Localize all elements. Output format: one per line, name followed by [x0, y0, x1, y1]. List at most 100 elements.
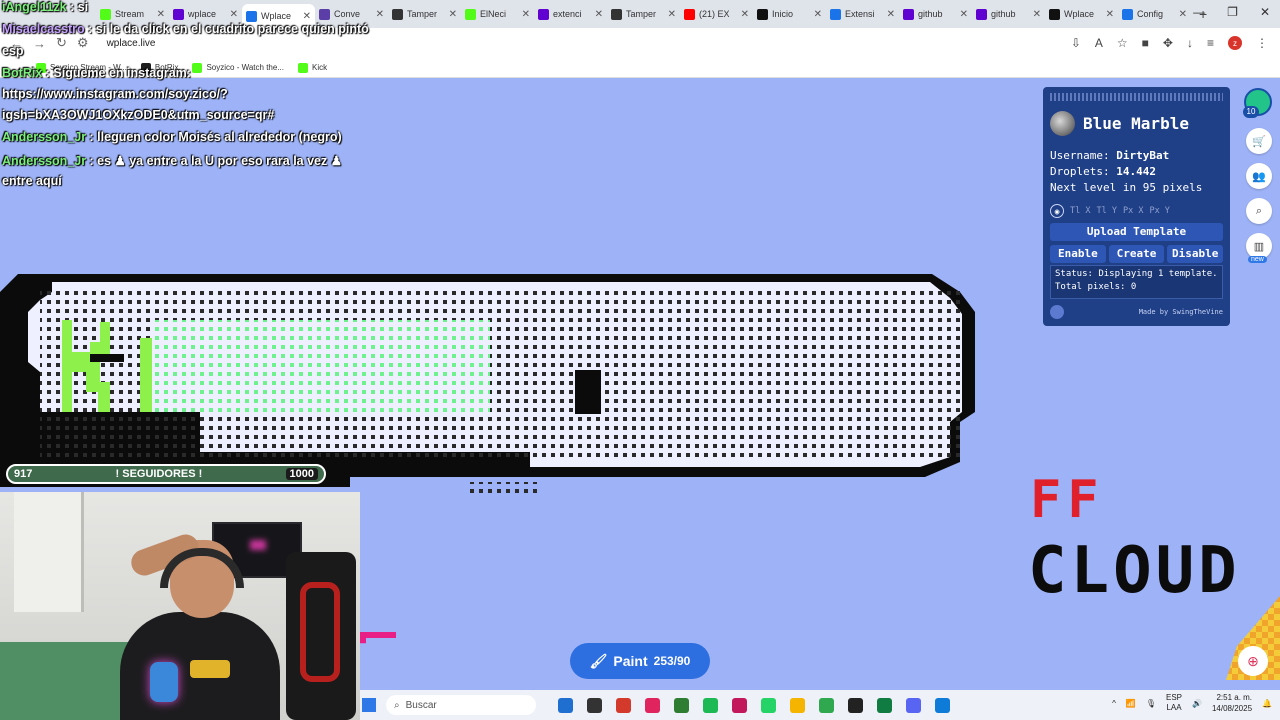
store-cart-icon[interactable]: 🛒: [1246, 128, 1272, 154]
tab-close-icon[interactable]: ✕: [960, 9, 968, 20]
translate-icon[interactable]: A: [1095, 36, 1103, 50]
locate-me-icon[interactable]: ⊕: [1238, 646, 1268, 676]
language-indicator[interactable]: ESP LAA: [1166, 693, 1182, 713]
status-textarea[interactable]: Status: Displaying 1 template. Total pix…: [1050, 265, 1223, 299]
site-info-icon[interactable]: ⚙: [77, 35, 89, 51]
menu-icon[interactable]: ⋮: [1256, 36, 1268, 50]
forward-icon[interactable]: →: [33, 36, 46, 51]
tab-close-icon[interactable]: ✕: [449, 9, 457, 20]
tab-close-icon[interactable]: ✕: [595, 9, 603, 20]
username-row: Username: DirtyBat: [1050, 149, 1170, 162]
browser-tab[interactable]: Wplace ✕: [1045, 3, 1118, 25]
search-location-icon[interactable]: ⌕: [1246, 198, 1272, 224]
taskbar-clock[interactable]: 2:51 a. m. 14/08/2025: [1212, 692, 1252, 714]
canvas-cloud-text: CLOUD: [1028, 534, 1241, 608]
tab-close-icon[interactable]: ✕: [230, 9, 238, 20]
github-icon[interactable]: [1050, 305, 1064, 319]
browser-tab[interactable]: Tamper ✕: [607, 3, 680, 25]
reading-list-icon[interactable]: ≡: [1207, 36, 1214, 50]
pin-icon[interactable]: ◉: [1050, 204, 1064, 218]
maximize-button[interactable]: ❐: [1227, 5, 1238, 19]
network-icon[interactable]: 📶: [1126, 699, 1136, 708]
tab-close-icon[interactable]: ✕: [741, 9, 749, 20]
taskbar-app-icon[interactable]: [877, 697, 892, 713]
tile-x-input[interactable]: Tl X: [1070, 206, 1090, 216]
tab-close-icon[interactable]: ✕: [1033, 9, 1041, 20]
paint-button[interactable]: 🖌 Paint 253/90: [570, 643, 710, 679]
tab-close-icon[interactable]: ✕: [522, 9, 530, 20]
taskbar-app-icon[interactable]: [558, 697, 573, 713]
chat-text: igsh=bXA3OWJ1OXkzODE0&utm_source=qr#: [2, 108, 275, 122]
browser-tab[interactable]: Config ✕: [1118, 3, 1191, 25]
url-text[interactable]: wplace.live: [107, 38, 156, 49]
browser-tab[interactable]: Inicio ✕: [753, 3, 826, 25]
tab-close-icon[interactable]: ✕: [814, 9, 822, 20]
tab-favicon-icon: [830, 8, 841, 20]
taskbar-app-icon[interactable]: [587, 697, 602, 713]
volume-icon[interactable]: 🔊: [1192, 699, 1202, 708]
taskbar-app-icon[interactable]: [732, 697, 747, 713]
minimize-button[interactable]: —: [1193, 5, 1205, 19]
taskbar-search[interactable]: ⌕ Buscar: [386, 695, 536, 715]
taskbar-app-icon[interactable]: [819, 697, 834, 713]
browser-tab[interactable]: github ✕: [899, 3, 972, 25]
bookmark-item[interactable]: Kick: [297, 62, 327, 73]
chat-message: Andersson_Jr : lleguen color Moisés al a…: [2, 130, 342, 144]
chat-text: https://www.instagram.com/soy.zico/?: [2, 87, 228, 101]
follower-target: 1000: [285, 468, 318, 480]
extensions-puzzle-icon[interactable]: ✥: [1163, 36, 1173, 50]
create-button[interactable]: Create: [1108, 245, 1165, 263]
mic-tray-icon[interactable]: 🎙: [1146, 699, 1156, 708]
panel-drag-handle[interactable]: [1050, 93, 1223, 101]
upload-template-button[interactable]: Upload Template: [1050, 223, 1223, 241]
pixel-x-input[interactable]: Px X: [1123, 206, 1143, 216]
tab-close-icon[interactable]: ✕: [157, 9, 165, 20]
taskbar-app-icon[interactable]: [703, 697, 718, 713]
tab-close-icon[interactable]: ✕: [303, 11, 311, 22]
tile-y-input[interactable]: Tl Y: [1096, 206, 1116, 216]
browser-actions: ⇩ A ☆ ■ ✥ ↓ ≡ z ⋮: [1071, 36, 1268, 50]
enable-button[interactable]: Enable: [1050, 245, 1106, 263]
chat-message: BotRix : Sígueme en instagram:: [2, 66, 191, 80]
tab-close-icon[interactable]: ✕: [887, 9, 895, 20]
blue-marble-panel: Blue Marble Username: DirtyBat Droplets:…: [1043, 87, 1230, 326]
tab-close-icon[interactable]: ✕: [668, 9, 676, 20]
tab-close-icon[interactable]: ✕: [376, 9, 384, 20]
bookmark-item[interactable]: Soyzico - Watch the...: [192, 62, 284, 73]
alliance-icon[interactable]: 👥: [1246, 163, 1272, 189]
disable-button[interactable]: Disable: [1167, 245, 1224, 263]
browser-tab[interactable]: github ✕: [972, 3, 1045, 25]
blue-marble-logo: [1050, 111, 1075, 136]
windows-start-icon[interactable]: [362, 698, 376, 712]
pixel-y-input[interactable]: Px Y: [1149, 206, 1169, 216]
bookmark-star-icon[interactable]: ☆: [1117, 36, 1128, 50]
browser-tab[interactable]: ElNeci ✕: [461, 3, 534, 25]
taskbar-app-icon[interactable]: [935, 697, 950, 713]
follower-current: 917: [14, 468, 33, 480]
tab-favicon-icon: [173, 8, 184, 20]
taskbar-app-icon[interactable]: [616, 697, 631, 713]
browser-tab[interactable]: Extensi ✕: [826, 3, 899, 25]
download-icon[interactable]: ↓: [1187, 36, 1193, 50]
taskbar-app-icon[interactable]: [645, 697, 660, 713]
taskbar-app-icon[interactable]: [848, 697, 863, 713]
profile-avatar[interactable]: z: [1228, 36, 1242, 50]
install-icon[interactable]: ⇩: [1071, 36, 1081, 50]
close-window-button[interactable]: ✕: [1260, 5, 1270, 19]
tray-chevron-icon[interactable]: ^: [1112, 699, 1116, 708]
taskbar-app-icon[interactable]: [674, 697, 689, 713]
taskbar-app-icon[interactable]: [761, 697, 776, 713]
taskbar-app-icon[interactable]: [906, 697, 921, 713]
tab-close-icon[interactable]: ✕: [1179, 9, 1187, 20]
chat-separator: :: [66, 0, 78, 14]
browser-tab[interactable]: Tamper ✕: [388, 3, 461, 25]
tab-close-icon[interactable]: ✕: [1106, 9, 1114, 20]
taskbar-app-icon[interactable]: [790, 697, 805, 713]
notifications-icon[interactable]: 🔔: [1262, 699, 1272, 708]
brush-icon: 🖌: [589, 652, 608, 669]
chat-message: https://www.instagram.com/soy.zico/?: [2, 87, 228, 101]
reload-icon[interactable]: ↻: [56, 35, 67, 51]
extension-icon[interactable]: ■: [1142, 36, 1149, 50]
browser-tab[interactable]: extenci ✕: [534, 3, 607, 25]
browser-tab[interactable]: (21) EX ✕: [680, 3, 753, 25]
